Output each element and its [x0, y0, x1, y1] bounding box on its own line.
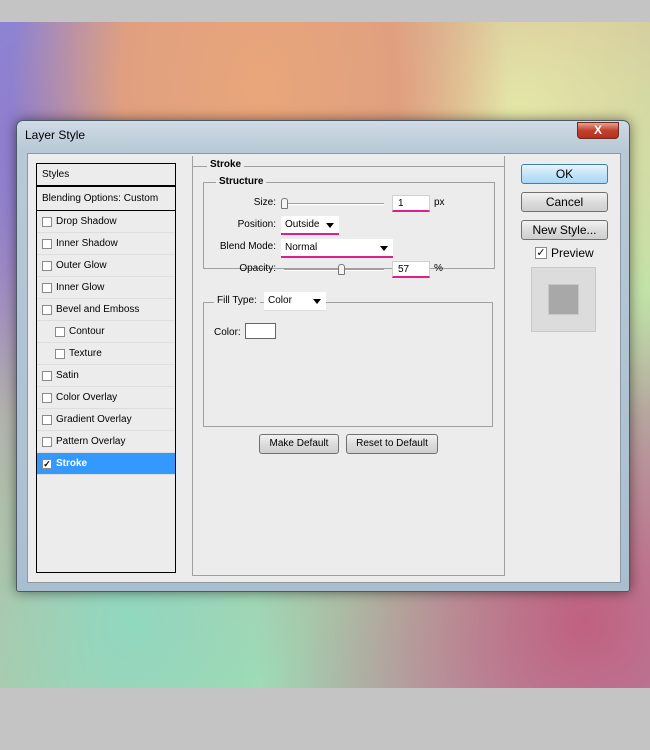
style-item-inner-glow[interactable]: Inner Glow: [37, 277, 175, 299]
style-item-outer-glow[interactable]: Outer Glow: [37, 255, 175, 277]
style-item-label: Stroke: [56, 457, 88, 469]
checkbox-icon: ✓: [535, 247, 547, 259]
fill-type-select[interactable]: Color: [264, 292, 326, 311]
fill-type-value: Color: [268, 295, 292, 306]
stroke-panel: Stroke Structure Size: 1 px Position: Ou…: [192, 156, 505, 576]
opacity-slider-thumb[interactable]: [338, 264, 345, 275]
size-label: Size:: [253, 197, 276, 208]
make-default-button[interactable]: Make Default: [259, 434, 339, 454]
style-item-label: Gradient Overlay: [56, 413, 132, 425]
style-item-pattern-overlay[interactable]: Pattern Overlay: [37, 431, 175, 453]
chevron-down-icon: [326, 223, 334, 228]
reset-to-default-button[interactable]: Reset to Default: [346, 434, 438, 454]
style-item-label: Contour: [69, 325, 105, 337]
blending-options[interactable]: Blending Options: Custom: [37, 187, 175, 211]
layer-style-dialog: Layer Style X Styles Blending Options: C…: [16, 120, 630, 592]
checkbox-icon[interactable]: ✓: [42, 458, 52, 469]
chevron-down-icon: [313, 299, 321, 304]
chevron-down-icon: [380, 246, 388, 251]
style-item-label: Satin: [56, 369, 79, 381]
style-item-color-overlay[interactable]: Color Overlay: [37, 387, 175, 409]
size-slider[interactable]: [281, 198, 384, 209]
preview-checkbox[interactable]: ✓ Preview: [535, 246, 594, 260]
position-label: Position:: [237, 219, 276, 230]
checkbox-icon[interactable]: [42, 436, 52, 447]
checkbox-icon[interactable]: [55, 348, 65, 359]
stroke-title: Stroke: [207, 159, 245, 170]
style-item-label: Color Overlay: [56, 391, 118, 403]
checkbox-icon[interactable]: [42, 216, 52, 227]
fill-type-label: Fill Type:: [214, 295, 260, 306]
style-item-label: Pattern Overlay: [56, 435, 126, 447]
size-slider-thumb[interactable]: [281, 198, 288, 209]
style-item-label: Inner Glow: [56, 281, 105, 293]
preview-label: Preview: [551, 246, 594, 260]
opacity-input[interactable]: 57: [392, 261, 430, 278]
style-item-drop-shadow[interactable]: Drop Shadow: [37, 211, 175, 233]
structure-title: Structure: [216, 176, 267, 187]
style-item-contour[interactable]: Contour: [37, 321, 175, 343]
dialog-body: Styles Blending Options: Custom Drop Sha…: [27, 153, 621, 583]
cancel-button[interactable]: Cancel: [521, 192, 608, 212]
style-item-inner-shadow[interactable]: Inner Shadow: [37, 233, 175, 255]
dialog-title: Layer Style: [25, 128, 86, 142]
opacity-label: Opacity:: [239, 263, 276, 274]
blend-mode-value: Normal: [285, 242, 318, 253]
fill-type-group: Fill Type: Color Color:: [203, 292, 493, 427]
ok-button[interactable]: OK: [521, 164, 608, 184]
checkbox-icon[interactable]: [42, 414, 52, 425]
size-input[interactable]: 1: [392, 195, 430, 212]
checkbox-icon[interactable]: [42, 282, 52, 293]
style-item-label: Bevel and Emboss: [56, 303, 140, 315]
close-button[interactable]: X: [577, 122, 619, 139]
style-item-label: Texture: [69, 347, 102, 359]
checkbox-icon[interactable]: [42, 238, 52, 249]
style-item-label: Inner Shadow: [56, 237, 118, 249]
checkbox-icon[interactable]: [42, 260, 52, 271]
style-item-gradient-overlay[interactable]: Gradient Overlay: [37, 409, 175, 431]
color-label: Color:: [214, 327, 241, 338]
style-item-label: Drop Shadow: [56, 215, 117, 227]
checkbox-icon[interactable]: [42, 392, 52, 403]
preview-thumbnail: [531, 267, 596, 332]
styles-header[interactable]: Styles: [37, 164, 175, 187]
checkbox-icon[interactable]: [42, 304, 52, 315]
opacity-slider[interactable]: [284, 264, 384, 275]
style-item-label: Outer Glow: [56, 259, 107, 271]
size-unit: px: [434, 197, 445, 208]
blend-mode-label: Blend Mode:: [219, 241, 276, 252]
checkbox-icon[interactable]: [42, 370, 52, 381]
structure-group: Structure Size: 1 px Position: Outside B…: [203, 176, 495, 278]
new-style-button[interactable]: New Style...: [521, 220, 608, 240]
opacity-unit: %: [434, 263, 443, 274]
style-item-satin[interactable]: Satin: [37, 365, 175, 387]
color-swatch[interactable]: [245, 323, 276, 339]
position-value: Outside: [285, 219, 320, 230]
position-select[interactable]: Outside: [281, 216, 339, 235]
blend-mode-select[interactable]: Normal: [281, 239, 393, 258]
style-item-stroke[interactable]: ✓ Stroke: [37, 453, 175, 475]
checkbox-icon[interactable]: [55, 326, 65, 337]
preview-swatch: [548, 284, 579, 315]
styles-list: Styles Blending Options: Custom Drop Sha…: [36, 163, 176, 573]
style-item-bevel-and-emboss[interactable]: Bevel and Emboss: [37, 299, 175, 321]
style-item-texture[interactable]: Texture: [37, 343, 175, 365]
